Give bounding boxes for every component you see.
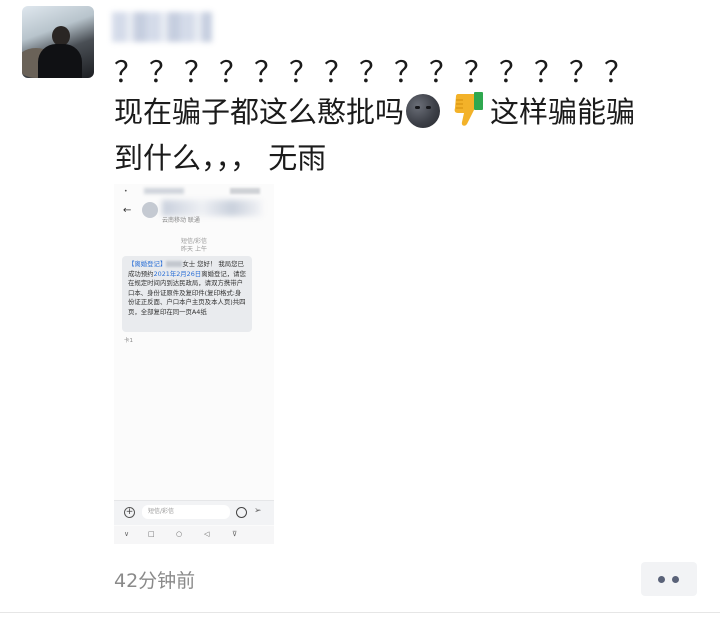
message-timestamp: 昨天 上午 xyxy=(181,246,207,253)
sms-tag: 【离婚登记】 xyxy=(128,260,167,268)
nav-collapse-icon: ∨ xyxy=(124,530,130,538)
post-line-3: 到什么，，， 无雨 xyxy=(114,141,327,175)
nav-home-icon: ○ xyxy=(176,530,183,538)
nav-back-icon: ◁ xyxy=(204,530,210,538)
status-bar: • xyxy=(124,188,128,195)
nav-recents-icon: □ xyxy=(148,530,155,538)
system-nav-bar: ∨ □ ○ ◁ ⊽ xyxy=(114,526,274,544)
sms-input-field: 短信/彩信 xyxy=(142,505,230,519)
new-moon-face-icon xyxy=(406,94,441,128)
thumbs-down-icon xyxy=(454,92,484,138)
back-arrow-icon: ← xyxy=(123,205,132,216)
send-icon: ➢ xyxy=(254,506,262,516)
status-icons xyxy=(230,188,260,194)
sim-label: 卡1 xyxy=(124,338,133,344)
contact-subtitle: 云南移动 联通 xyxy=(162,217,200,224)
attached-screenshot[interactable]: • ← 云南移动 联通 短信/彩信 昨天 上午 【离婚登记】 女士 您好！ 我局您… xyxy=(114,184,274,544)
username-blurred[interactable] xyxy=(112,12,212,42)
redacted-name xyxy=(166,261,183,267)
post-time: 42分钟前 xyxy=(114,570,196,592)
emoji-icon xyxy=(236,507,247,518)
post-text: ？？？？？？？？？？？？？？？ 现在骗子都这么憨批吗 这样骗能骗 到什么，，， … xyxy=(114,52,704,178)
sms-input-bar: + 短信/彩信 ➢ xyxy=(114,500,274,525)
contact-name-blurred xyxy=(162,200,262,216)
sms-date-link: 2021年2月26日 xyxy=(153,269,202,278)
post-line-2a: 现在骗子都这么憨批吗 xyxy=(114,95,405,129)
user-avatar[interactable] xyxy=(22,6,94,78)
plus-icon: + xyxy=(124,507,135,518)
more-options-button[interactable] xyxy=(641,562,697,596)
sms-greeting: 女士 您好！ xyxy=(182,260,217,268)
more-dot-icon xyxy=(672,576,679,583)
nav-menu-icon: ⊽ xyxy=(232,530,238,538)
post-line-1: ？？？？？？？？？？？？？？？ xyxy=(114,55,640,89)
status-blur xyxy=(144,188,184,194)
more-dot-icon xyxy=(658,576,665,583)
sms-bubble: 【离婚登记】 女士 您好！ 我局您已成功预约2021年2月26日离婚登记，请您在规… xyxy=(122,256,252,332)
contact-avatar xyxy=(142,202,158,218)
post-line-2b: 这样骗能骗 xyxy=(490,95,636,129)
divider xyxy=(0,612,720,613)
